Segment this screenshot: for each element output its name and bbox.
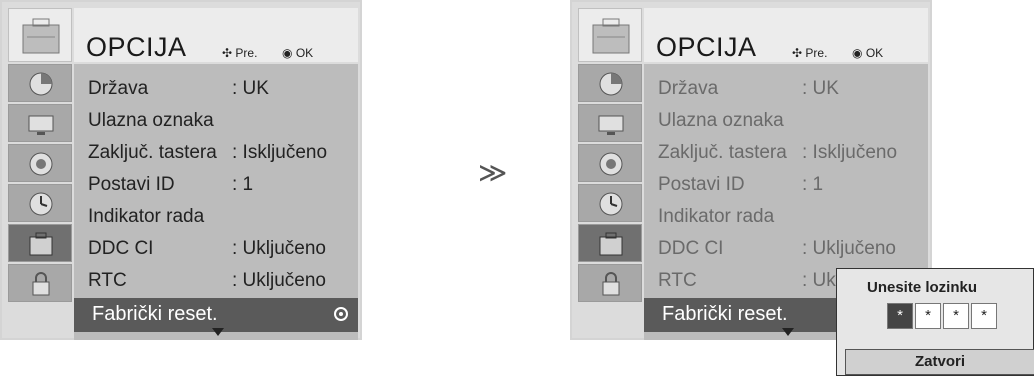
menu-title: OPCIJA: [656, 32, 757, 62]
row-label: Ulazna oznaka: [88, 110, 214, 131]
password-digit-2[interactable]: *: [915, 303, 941, 329]
scroll-down-icon[interactable]: [782, 328, 794, 336]
selected-item-label: Fabrički reset.: [92, 303, 218, 325]
category-sidebar: [8, 64, 72, 304]
screen-icon[interactable]: [578, 104, 642, 142]
row-label: DDC CI: [88, 238, 154, 259]
option-header-icon: [8, 8, 72, 62]
row-label: Postavi ID: [88, 174, 175, 195]
row-value: : Isključeno: [232, 142, 328, 163]
row-label: Indikator rada: [88, 206, 205, 227]
row-label: RTC: [658, 270, 697, 291]
password-dialog: Unesite lozinku * * * * Zatvori: [836, 268, 1034, 376]
row-label: RTC: [88, 270, 127, 291]
time-icon[interactable]: [578, 184, 642, 222]
dialog-title: Unesite lozinku: [866, 279, 978, 296]
row-value: : Uključeno: [802, 238, 896, 259]
close-button[interactable]: Zatvori: [845, 349, 1034, 375]
option-menu-left: OPCIJA ✣ Pre. ◉ OK Država : UK Ulazna ozn…: [0, 0, 362, 340]
screen-icon[interactable]: [8, 104, 72, 142]
ok-hint: ◉ OK: [852, 46, 884, 60]
move-hint: ✣ Pre.: [792, 46, 828, 60]
row-value: : 1: [232, 174, 254, 195]
selected-item-label: Fabrički reset.: [662, 303, 788, 325]
time-icon[interactable]: [8, 184, 72, 222]
lock-icon[interactable]: [578, 264, 642, 302]
row-label: Zaključ. tastera: [658, 142, 787, 163]
row-label: Postavi ID: [658, 174, 745, 195]
option-icon[interactable]: [578, 224, 642, 262]
row-value: : Uključeno: [232, 238, 326, 259]
ok-indicator-icon: [334, 307, 348, 321]
ok-hint: ◉ OK: [282, 46, 314, 60]
option-header-icon: [578, 8, 642, 62]
menu-title: OPCIJA: [86, 32, 187, 62]
row-value: : 1: [802, 174, 824, 195]
transition-arrow-icon: ≫: [478, 157, 508, 188]
picture-icon[interactable]: [578, 64, 642, 102]
row-label: Indikator rada: [658, 206, 775, 227]
audio-icon[interactable]: [8, 144, 72, 182]
scroll-down-icon[interactable]: [212, 328, 224, 336]
picture-icon[interactable]: [8, 64, 72, 102]
row-label: DDC CI: [658, 238, 724, 259]
password-digit-1[interactable]: *: [887, 303, 913, 329]
row-value: : Isključeno: [802, 142, 898, 163]
row-value: : UK: [802, 78, 839, 99]
menu-row-factory-reset[interactable]: Fabrički reset.: [74, 298, 358, 332]
move-hint: ✣ Pre.: [222, 46, 258, 60]
row-value: : Uk: [802, 270, 836, 291]
row-value: : Uključeno: [232, 270, 326, 291]
lock-icon[interactable]: [8, 264, 72, 302]
row-label: Država: [88, 78, 149, 99]
category-sidebar: [578, 64, 642, 304]
row-value: : UK: [232, 78, 269, 99]
audio-icon[interactable]: [578, 144, 642, 182]
password-digit-4[interactable]: *: [971, 303, 997, 329]
password-digit-3[interactable]: *: [943, 303, 969, 329]
row-label: Zaključ. tastera: [88, 142, 217, 163]
row-label: Država: [658, 78, 719, 99]
row-label: Ulazna oznaka: [658, 110, 784, 131]
option-icon[interactable]: [8, 224, 72, 262]
